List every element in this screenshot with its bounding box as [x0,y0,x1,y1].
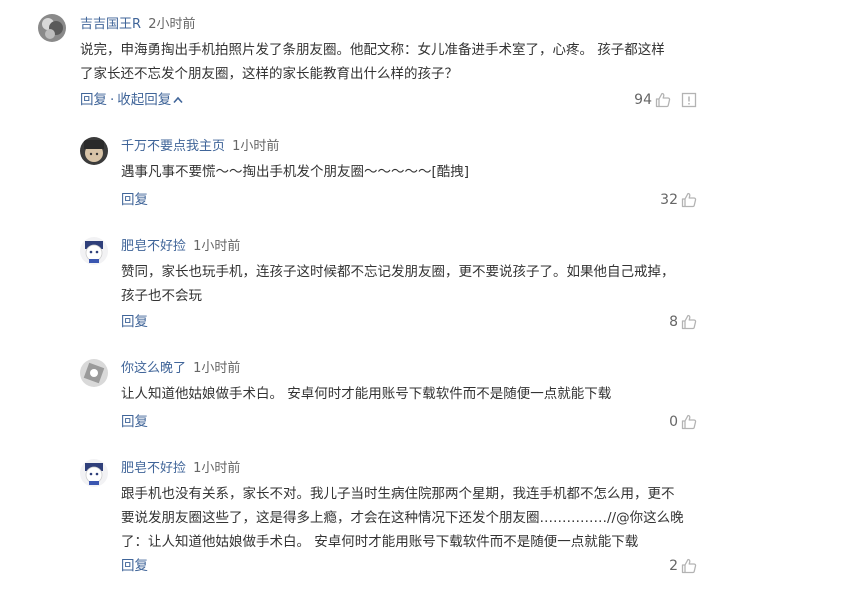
comment-meta: 你这么晚了 1小时前 [121,360,240,378]
reply-button[interactable]: 回复 [121,558,148,574]
thumbs-up-icon [655,92,671,108]
comment-text-line: 赞同，家长也玩手机，连孩子这时候都不忘记发朋友圈，更不要说孩子了。如果他自己戒掉… [121,264,675,280]
like-button[interactable]: 2 [669,557,697,575]
avatar[interactable] [80,137,108,165]
user-name[interactable]: 肥皂不好捡 [121,461,186,476]
comment-content: 遇事凡事不要慌～～掏出手机发个朋友圈～～～～～[酷拽] [121,160,469,184]
comment-meta: 肥皂不好捡 1小时前 [121,238,240,256]
comment-time: 1小时前 [193,461,241,476]
comment-meta: 吉吉国王R 2小时前 [80,16,195,34]
chevron-up-icon [173,91,183,109]
comment-actions: 回复 [121,557,148,575]
comment-actions: 回复 [121,413,148,431]
like-count: 8 [669,314,678,330]
comment-content: 跟手机也没有关系，家长不对。我儿子当时生病住院那两个星期，我连手机都不怎么用，更… [121,482,684,554]
like-button[interactable]: 94 [634,91,671,109]
thumbs-up-icon [681,314,697,330]
user-name[interactable]: 肥皂不好捡 [121,239,186,254]
like-button[interactable]: 32 [660,191,697,209]
comment-time: 2小时前 [148,17,196,32]
comment-text-line: 说完，申海勇掏出手机拍照片发了条朋友圈。他配文称：女儿准备进手术室了，心疼。 孩… [80,42,665,58]
user-name[interactable]: 千万不要点我主页 [121,139,225,154]
like-count: 2 [669,558,678,574]
like-count: 32 [660,192,678,208]
reply-button[interactable]: 回复 [121,414,148,430]
avatar[interactable] [38,14,66,42]
avatar[interactable] [80,359,108,387]
reply-button[interactable]: 回复 [121,192,148,208]
like-button[interactable]: 8 [669,313,697,331]
avatar[interactable] [80,459,108,487]
comment-meta: 千万不要点我主页 1小时前 [121,138,279,156]
comment-content: 让人知道他姑娘做手术白。 安卓何时才能用账号下载软件而不是随便一点就能下载 [121,382,611,406]
comment-text-line: 要说发朋友圈这些了，这是得多上瘾，才会在这种情况下还发个朋友圈……………//@你… [121,510,684,526]
comment-actions: 回复 [121,313,148,331]
thumbs-up-icon [681,414,697,430]
comment-text-line: 了家长还不忘发个朋友圈，这样的家长能教育出什么样的孩子？ [80,66,458,82]
like-button[interactable]: 0 [669,413,697,431]
like-count: 94 [634,92,652,108]
comment-text-line: 了：让人知道他姑娘做手术白。 安卓何时才能用账号下载软件而不是随便一点就能下载 [121,534,639,550]
collapse-replies-label: 收起回复 [117,92,172,108]
comment-time: 1小时前 [232,139,280,154]
like-count: 0 [669,414,678,430]
comment-text-line: 遇事凡事不要慌～～掏出手机发个朋友圈～～～～～[酷拽] [121,164,470,180]
comment-time: 1小时前 [193,361,241,376]
comment-meta: 肥皂不好捡 1小时前 [121,460,240,478]
user-name[interactable]: 吉吉国王R [80,17,141,32]
collapse-replies-button[interactable]: 收起回复 [117,92,183,108]
user-name[interactable]: 你这么晚了 [121,361,186,376]
thumbs-up-icon [681,192,697,208]
comment-content: 说完，申海勇掏出手机拍照片发了条朋友圈。他配文称：女儿准备进手术室了，心疼。 孩… [80,38,665,86]
comment-actions: 回复 [121,191,148,209]
comment-content: 赞同，家长也玩手机，连孩子这时候都不忘记发朋友圈，更不要说孩子了。如果他自己戒掉… [121,260,675,308]
reply-button[interactable]: 回复 [80,92,107,108]
thumbs-up-icon [681,558,697,574]
comment-actions: 回复 · 收起回复 [80,91,183,109]
action-separator: · [110,92,115,108]
comment-text-line: 孩子也不会玩 [121,288,202,304]
comment-text-line: 让人知道他姑娘做手术白。 安卓何时才能用账号下载软件而不是随便一点就能下载 [121,386,612,402]
report-icon[interactable] [681,92,697,112]
comment-text-line: 跟手机也没有关系，家长不对。我儿子当时生病住院那两个星期，我连手机都不怎么用，更… [121,486,675,502]
comment-time: 1小时前 [193,239,241,254]
avatar[interactable] [80,237,108,265]
reply-button[interactable]: 回复 [121,314,148,330]
